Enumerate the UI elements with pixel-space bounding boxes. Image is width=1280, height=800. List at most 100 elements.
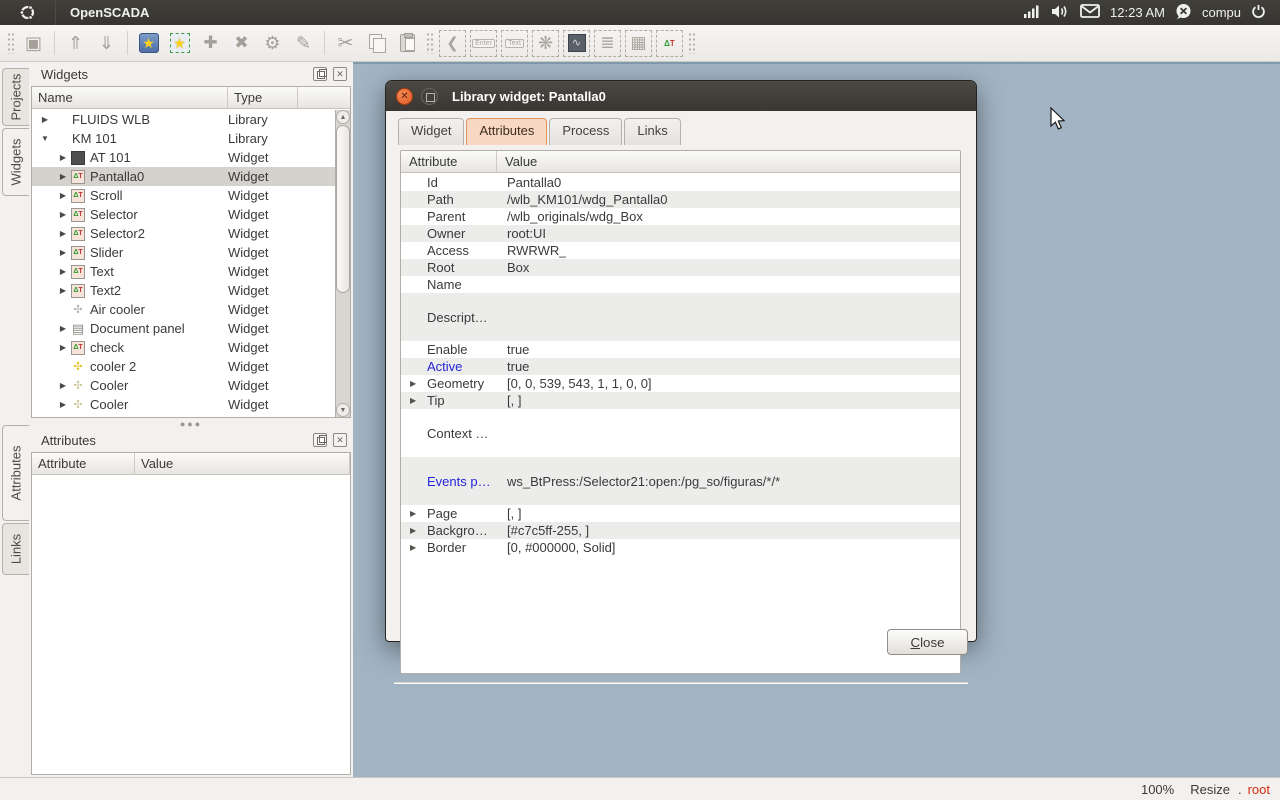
add-widget-icon[interactable]: ✚ xyxy=(196,29,225,58)
toolbar-handle[interactable] xyxy=(7,32,15,54)
dialog-tab-process[interactable]: Process xyxy=(549,118,622,145)
dialog-titlebar[interactable]: ✕ Library widget: Pantalla0 xyxy=(386,81,976,111)
sidebar-tab-links[interactable]: Links xyxy=(2,523,29,575)
network-signal-icon[interactable] xyxy=(1023,4,1041,21)
dialog-attr-row[interactable]: ▶Border[0, #000000, Solid] xyxy=(401,539,960,556)
widgets-tree-scrollbar[interactable]: ▲ ▼ xyxy=(335,110,350,417)
dialog-attr-row[interactable]: Parent/wlb_originals/wdg_Box xyxy=(401,208,960,225)
expander-icon[interactable]: ▶ xyxy=(410,509,416,518)
dialog-attr-row[interactable]: Context … xyxy=(401,409,960,457)
scroll-up-icon[interactable]: ▲ xyxy=(336,110,350,124)
dialog-tab-attributes[interactable]: Attributes xyxy=(466,118,547,145)
dialog-attr-row[interactable]: Name xyxy=(401,276,960,293)
expander-icon[interactable]: ▶ xyxy=(58,210,68,219)
tree-row[interactable]: ▶AT 101Widget xyxy=(32,148,335,167)
dialog-attr-row[interactable]: AccessRWRWR_ xyxy=(401,242,960,259)
tree-header-name[interactable]: Name xyxy=(32,87,228,108)
dialog-close-icon[interactable]: ✕ xyxy=(396,88,413,105)
tree-row[interactable]: ▶ΔTSliderWidget xyxy=(32,243,335,262)
save-to-db-icon[interactable]: ⇓ xyxy=(92,29,121,58)
cut-icon[interactable]: ✂ xyxy=(331,29,360,58)
dialog-tab-widget[interactable]: Widget xyxy=(398,118,464,145)
dialog-attr-row[interactable]: Descript… xyxy=(401,293,960,341)
expander-icon[interactable]: ▶ xyxy=(58,172,68,181)
tree-row[interactable]: ▼KM 101Library xyxy=(32,129,335,148)
dialog-attr-row[interactable]: ▶Backgro…[#c7c5ff-255, ] xyxy=(401,522,960,539)
add-library-icon[interactable]: ★ xyxy=(165,29,194,58)
tree-row[interactable]: ▶✣CoolerWidget xyxy=(32,395,335,414)
dialog-col-attribute[interactable]: Attribute xyxy=(401,151,497,172)
dialog-attr-row[interactable]: Enabletrue xyxy=(401,341,960,358)
expander-icon[interactable]: ▶ xyxy=(58,400,68,409)
tree-row[interactable]: ▶ΔTSelector2Widget xyxy=(32,224,335,243)
expander-icon[interactable]: ▶ xyxy=(58,286,68,295)
tree-row[interactable]: ✣cooler 2Widget xyxy=(32,357,335,376)
ubuntu-logo-icon[interactable] xyxy=(0,0,56,25)
tree-row[interactable]: ▶FLUIDS WLBLibrary xyxy=(32,110,335,129)
dialog-attr-row[interactable]: Path/wlb_KM101/wdg_Pantalla0 xyxy=(401,191,960,208)
tree-row[interactable]: ▶✣CoolerWidget xyxy=(32,376,335,395)
expander-icon[interactable]: ▶ xyxy=(58,229,68,238)
tree-row[interactable]: ▶ΔTTextWidget xyxy=(32,262,335,281)
dialog-attr-row[interactable]: ▶Geometry[0, 0, 539, 543, 1, 1, 0, 0] xyxy=(401,375,960,392)
close-button[interactable]: Close xyxy=(887,629,968,655)
power-icon[interactable] xyxy=(1251,4,1266,22)
expander-icon[interactable]: ▶ xyxy=(410,379,416,388)
media-element-icon[interactable]: ❋ xyxy=(532,30,559,57)
expander-icon[interactable]: ▶ xyxy=(410,396,416,405)
expander-icon[interactable]: ▶ xyxy=(58,381,68,390)
toolbar-handle[interactable] xyxy=(688,32,696,54)
protocol-element-icon[interactable]: ≣ xyxy=(594,30,621,57)
scroll-down-icon[interactable]: ▼ xyxy=(336,403,350,417)
dialog-attr-row[interactable]: ▶Tip[, ] xyxy=(401,392,960,409)
sidebar-tab-projects[interactable]: Projects xyxy=(2,68,29,126)
dialog-attr-row[interactable]: Activetrue xyxy=(401,358,960,375)
expander-icon[interactable]: ▼ xyxy=(40,134,50,143)
dialog-attr-row[interactable]: Ownerroot:UI xyxy=(401,225,960,242)
dialog-maximize-icon[interactable] xyxy=(421,88,438,105)
delete-widget-icon[interactable]: ✖ xyxy=(227,29,256,58)
edit-widget-icon[interactable]: ✎ xyxy=(289,29,318,58)
expander-icon[interactable]: ▶ xyxy=(58,343,68,352)
dock-splitter-handle[interactable]: ●●● xyxy=(29,420,353,428)
volume-icon[interactable] xyxy=(1051,4,1070,22)
mail-icon[interactable] xyxy=(1080,4,1100,21)
figure-element-icon[interactable]: ❮ xyxy=(439,30,466,57)
dialog-tab-links[interactable]: Links xyxy=(624,118,680,145)
tree-row[interactable]: ✣Air coolerWidget xyxy=(32,300,335,319)
tree-row[interactable]: ▶ΔTSelectorWidget xyxy=(32,205,335,224)
tree-row[interactable]: ▶ΔTScrollWidget xyxy=(32,186,335,205)
expander-icon[interactable]: ▶ xyxy=(58,191,68,200)
dialog-attr-row[interactable]: RootBox xyxy=(401,259,960,276)
widget-dev-icon[interactable]: ▣ xyxy=(19,29,48,58)
dock-close-icon[interactable]: ✕ xyxy=(333,433,347,447)
dialog-attr-row[interactable]: Events p…ws_BtPress:/Selector21:open:/pg… xyxy=(401,457,960,505)
tree-row[interactable]: ▶ΔTText2Widget xyxy=(32,281,335,300)
session-user[interactable]: compu xyxy=(1202,5,1241,20)
attr-header-value[interactable]: Value xyxy=(135,453,350,474)
expander-icon[interactable]: ▶ xyxy=(40,115,50,124)
expander-icon[interactable]: ▶ xyxy=(58,267,68,276)
tree-row[interactable]: ▶ΔTcheckWidget xyxy=(32,338,335,357)
diagram-element-icon[interactable]: ∿ xyxy=(563,30,590,57)
widget-properties-icon[interactable]: ⚙ xyxy=(258,29,287,58)
expander-icon[interactable]: ▶ xyxy=(58,153,68,162)
paste-icon[interactable] xyxy=(393,29,422,58)
expander-icon[interactable]: ▶ xyxy=(410,526,416,535)
dock-float-icon[interactable] xyxy=(313,67,327,81)
new-library-icon[interactable]: ★ xyxy=(134,29,163,58)
values-element-icon[interactable]: ΔT xyxy=(656,30,683,57)
scroll-thumb[interactable] xyxy=(336,125,350,293)
copy-icon[interactable] xyxy=(362,29,391,58)
dialog-col-value[interactable]: Value xyxy=(497,151,545,172)
clock[interactable]: 12:23 AM xyxy=(1110,5,1165,20)
toolbar-handle[interactable] xyxy=(426,32,434,54)
expander-icon[interactable]: ▶ xyxy=(410,543,416,552)
load-from-db-icon[interactable]: ⇑ xyxy=(61,29,90,58)
dialog-attr-row[interactable]: IdPantalla0 xyxy=(401,174,960,191)
sidebar-tab-widgets[interactable]: Widgets xyxy=(2,128,29,196)
sidebar-tab-attributes[interactable]: Attributes xyxy=(2,425,29,521)
attr-header-attribute[interactable]: Attribute xyxy=(32,453,135,474)
table-element-icon[interactable]: ▦ xyxy=(625,30,652,57)
dock-float-icon[interactable] xyxy=(313,433,327,447)
